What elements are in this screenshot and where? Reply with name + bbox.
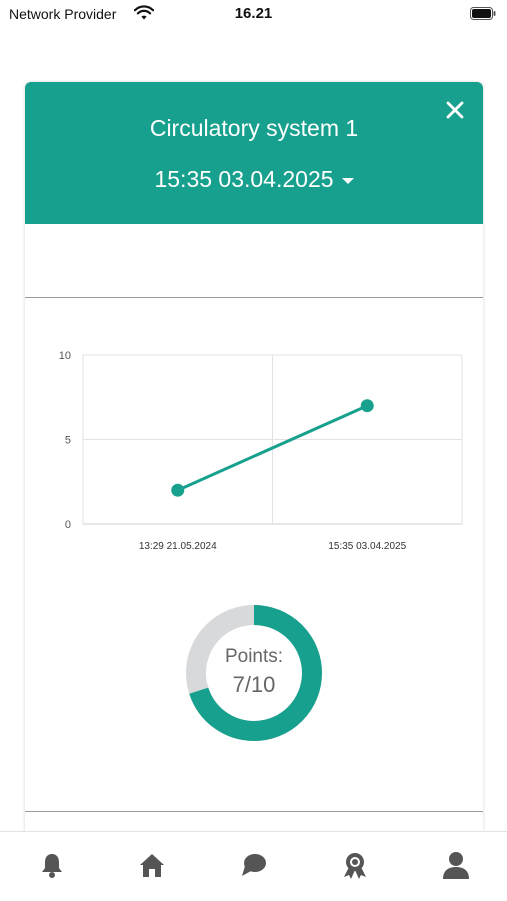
points-label: Points: xyxy=(224,646,284,667)
home-icon[interactable] xyxy=(137,850,167,880)
date-selector[interactable]: 15:35 03.04.2025 xyxy=(25,166,483,193)
user-icon[interactable] xyxy=(441,850,471,880)
date-selector-label: 15:35 03.04.2025 xyxy=(154,166,334,192)
bell-icon[interactable] xyxy=(37,850,67,880)
result-card: Circulatory system 1 15:35 03.04.2025 0 5… xyxy=(25,82,483,842)
y-tick-label: 10 xyxy=(59,350,71,362)
award-icon[interactable] xyxy=(340,850,370,880)
data-point xyxy=(171,483,185,497)
y-tick-label: 0 xyxy=(65,519,71,531)
divider xyxy=(25,811,483,812)
card-title: Circulatory system 1 xyxy=(149,115,359,141)
x-tick-label: 15:35 03.04.2025 xyxy=(328,541,406,552)
close-icon[interactable] xyxy=(443,98,467,122)
points-value: 7/10 xyxy=(232,672,276,697)
data-point xyxy=(360,399,374,413)
card-header: Circulatory system 1 15:35 03.04.2025 xyxy=(25,82,483,224)
tab-bar xyxy=(0,831,507,901)
score-line-chart: 0 5 10 13:29 21.05.2024 15:35 03.04.2025 xyxy=(59,350,463,552)
status-bar: Network Provider 16.21 xyxy=(0,0,507,30)
clock: 16.21 xyxy=(234,5,273,22)
caret-down-icon xyxy=(341,177,354,184)
points-donut: Points: 7/10 xyxy=(185,604,323,742)
y-tick-label: 5 xyxy=(65,435,71,447)
divider xyxy=(25,297,483,298)
battery-icon xyxy=(470,7,496,20)
chat-icon[interactable] xyxy=(239,850,269,880)
x-tick-label: 13:29 21.05.2024 xyxy=(139,541,217,552)
